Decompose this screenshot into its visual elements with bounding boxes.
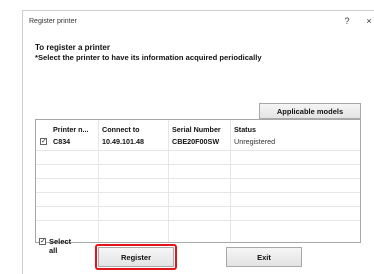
column-header-connect-to[interactable]: Connect to [102, 125, 140, 134]
grid-line [36, 178, 360, 179]
check-icon: ✓ [40, 238, 46, 245]
exit-button[interactable]: Exit [226, 247, 302, 267]
check-icon: ✓ [41, 138, 47, 145]
title-bar: Register printer ? × [23, 11, 374, 33]
cell-connect-to: 10.49.101.48 [102, 137, 144, 146]
cell-printer-name: C834 [53, 137, 71, 146]
grid-line [36, 206, 360, 207]
grid-line [36, 192, 360, 193]
cell-status: Unregistered [234, 137, 276, 146]
column-header-status[interactable]: Status [234, 125, 256, 134]
grid-line [230, 120, 231, 242]
grid-line [98, 120, 99, 242]
row-checkbox[interactable]: ✓ [40, 138, 47, 145]
window-title: Register printer [29, 18, 77, 25]
instructions-heading: To register a printer [35, 43, 110, 52]
grid-line [36, 220, 360, 221]
table-row[interactable]: ✓ C834 10.49.101.48 CBE20F00SW Unregiste… [36, 137, 360, 149]
select-all-checkbox[interactable]: ✓ [39, 238, 46, 245]
register-printer-dialog: Register printer ? × To register a print… [22, 10, 374, 274]
register-highlight-outline [95, 244, 177, 270]
instructions-subheading: *Select the printer to have its informat… [35, 53, 262, 62]
column-header-printer-name[interactable]: Printer n... [53, 125, 89, 134]
exit-button-label: Exit [257, 252, 271, 262]
applicable-models-button[interactable]: Applicable models [259, 103, 361, 119]
help-button[interactable]: ? [340, 16, 354, 26]
printer-table: Printer n... Connect to Serial Number St… [35, 119, 361, 243]
cell-serial-number: CBE20F00SW [172, 137, 220, 146]
grid-line [36, 150, 360, 151]
table-header: Printer n... Connect to Serial Number St… [36, 120, 360, 134]
grid-line [168, 120, 169, 242]
close-button[interactable]: × [362, 16, 374, 26]
select-all-label[interactable]: Select all [49, 237, 71, 255]
column-header-serial-number[interactable]: Serial Number [172, 125, 221, 134]
grid-line [36, 164, 360, 165]
applicable-models-label: Applicable models [276, 106, 344, 116]
